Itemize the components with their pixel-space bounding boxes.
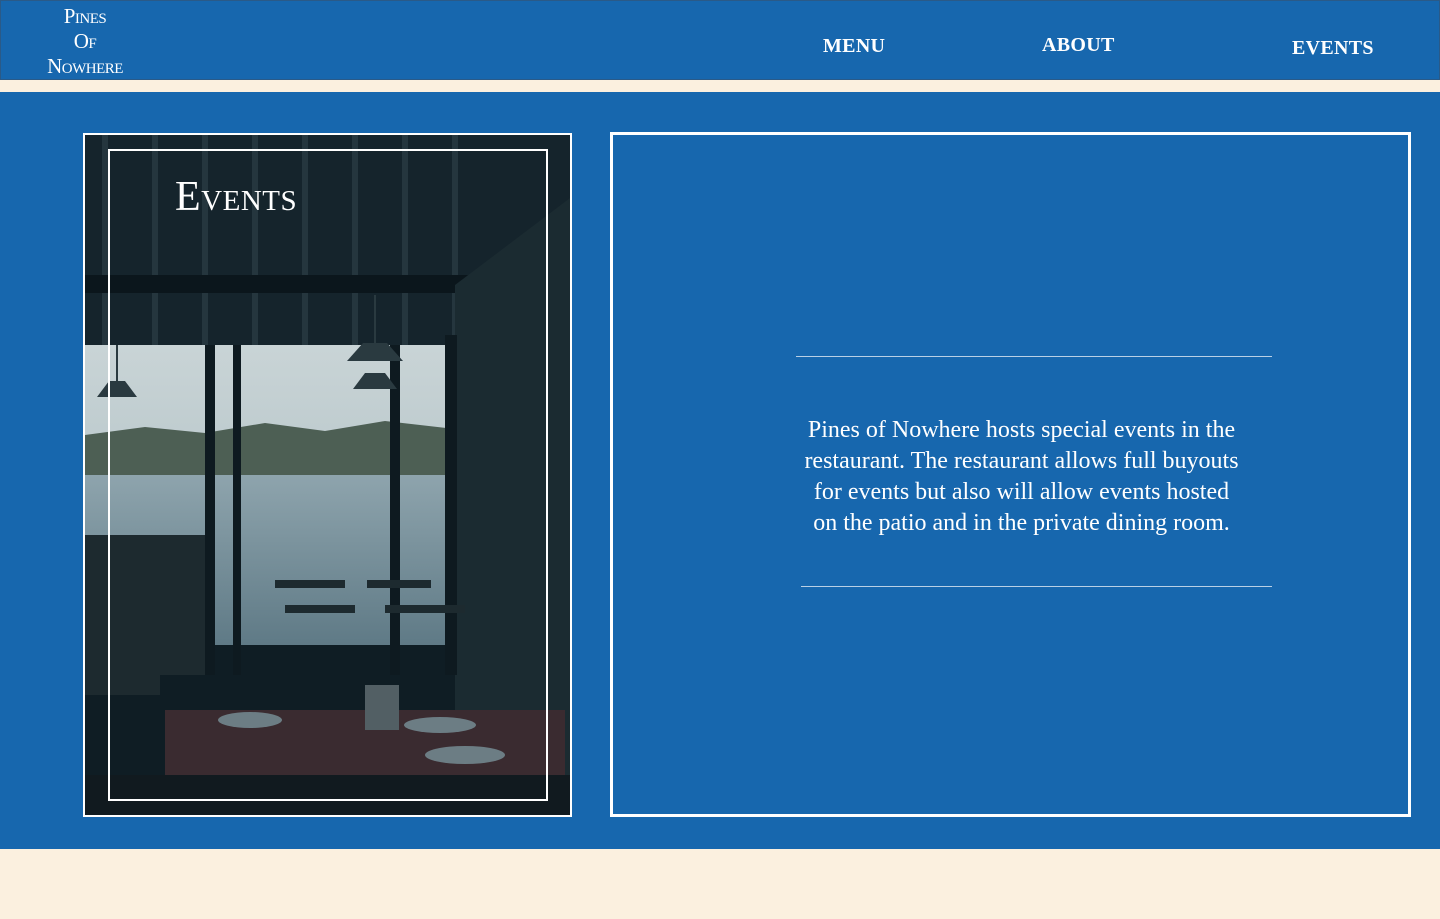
site-logo[interactable]: Pines Of Nowhere — [31, 4, 139, 79]
site-header: Pines Of Nowhere MENU ABOUT EVENTS — [0, 0, 1440, 80]
logo-line-3: Nowhere — [47, 54, 123, 78]
events-title: Events — [175, 174, 298, 220]
logo-line-1: Pines — [63, 4, 107, 28]
logo-line-2: Of — [73, 29, 97, 53]
events-section: Events Pines of Nowhere hosts special ev… — [0, 92, 1440, 849]
nav-link-about[interactable]: ABOUT — [1042, 34, 1115, 57]
events-description-card: Pines of Nowhere hosts special events in… — [610, 132, 1411, 817]
events-description: Pines of Nowhere hosts special events in… — [804, 417, 1239, 536]
nav-link-menu[interactable]: MENU — [823, 35, 885, 58]
divider-top — [796, 356, 1272, 357]
events-photo-card: Events — [83, 133, 572, 817]
divider-bottom — [801, 586, 1272, 587]
nav-link-events[interactable]: EVENTS — [1292, 37, 1374, 60]
photo-inner-frame — [108, 149, 548, 801]
